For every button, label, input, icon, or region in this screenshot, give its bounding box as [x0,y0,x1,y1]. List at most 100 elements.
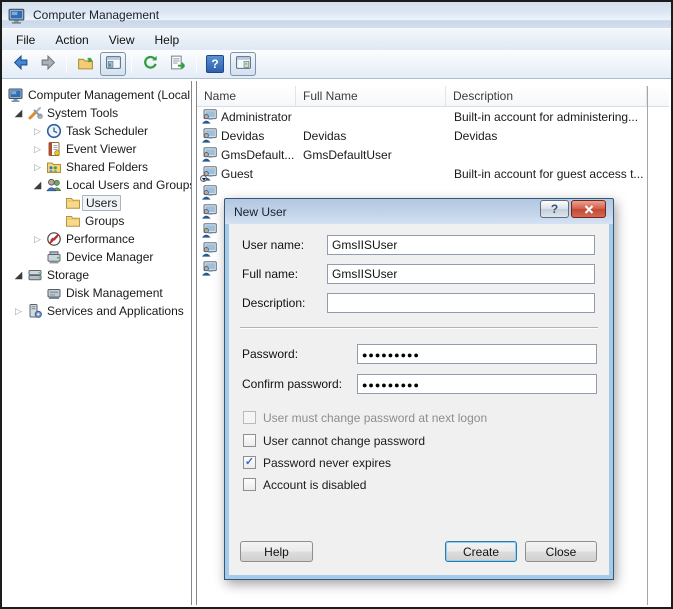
performance-icon [46,231,63,247]
tree-item-device-manager[interactable]: Device Manager [4,248,191,266]
user-account-icon [201,185,217,200]
tree-item-groups[interactable]: Groups [4,212,191,230]
tree-item-computer-management[interactable]: Computer Management (Local [4,86,191,104]
tree-item-label: Storage [44,268,92,282]
menu-help[interactable]: Help [145,30,190,50]
user-row-guest[interactable]: Guest Built-in account for guest access … [197,164,669,183]
menu-bar: File Action View Help [2,28,671,50]
export-list-button[interactable] [165,52,191,76]
user-name-cell: Devidas [221,129,296,143]
menu-file[interactable]: File [6,30,45,50]
checkbox-icon[interactable] [243,434,256,447]
tree-item-local-users-and-groups[interactable]: Local Users and Groups [4,176,191,194]
back-button[interactable] [7,52,33,76]
refresh-icon [142,54,159,74]
expander-collapsed-icon[interactable] [29,234,46,245]
tree-item-system-tools[interactable]: System Tools [4,104,191,122]
console-tree-window-icon [105,54,122,74]
computer-management-window: Computer Management File Action View Hel… [0,0,673,609]
user-account-disabled-icon [201,166,217,181]
list-right-edge [647,86,648,605]
expander-collapsed-icon[interactable] [29,162,46,173]
up-one-level-button[interactable] [72,52,98,76]
tree-item-users[interactable]: Users [4,194,191,212]
description-field[interactable] [327,293,595,313]
user-account-icon [201,147,217,162]
confirm-password-label: Confirm password: [242,377,342,391]
checkbox-account-disabled[interactable]: Account is disabled [243,477,366,492]
user-account-icon [201,128,217,143]
tree-item-label: Device Manager [63,250,156,264]
user-description-cell: Devidas [446,129,646,143]
show-console-tree-button[interactable] [100,52,126,76]
local-users-groups-icon [46,177,63,193]
column-header-description[interactable]: Description [446,86,647,106]
user-row-devidas[interactable]: Devidas Devidas Devidas [197,126,669,145]
window-title: Computer Management [33,8,159,22]
device-manager-icon [46,249,63,265]
user-name-field[interactable] [327,235,595,255]
tree-item-label: Computer Management (Local [25,88,192,102]
expander-expanded-icon[interactable] [10,270,27,281]
tree-item-storage[interactable]: Storage [4,266,191,284]
toolbar-separator [66,55,67,73]
checkbox-cannot-change-password[interactable]: User cannot change password [243,433,425,448]
full-name-field[interactable] [327,264,595,284]
tree-item-event-viewer[interactable]: Event Viewer [4,140,191,158]
column-header-full-name[interactable]: Full Name [296,86,446,106]
checkbox-label: User must change password at next logon [263,411,487,425]
task-scheduler-icon [46,123,63,139]
dialog-close-icon[interactable] [571,200,606,218]
user-row-gmsdefault[interactable]: GmsDefault... GmsDefaultUser [197,145,669,164]
expander-expanded-icon[interactable] [29,180,46,191]
password-field[interactable] [357,344,597,364]
create-button[interactable]: Create [445,541,517,562]
user-row-administrator[interactable]: Administrator Built-in account for admin… [197,107,669,126]
new-user-dialog: New User User name: Full name: Descripti… [224,198,614,580]
menu-action[interactable]: Action [45,30,98,50]
disabled-badge-icon [200,175,207,182]
checkbox-label: Account is disabled [263,478,366,492]
section-divider [240,327,598,329]
tree-item-label: Local Users and Groups [63,178,192,192]
tree-item-label: Services and Applications [44,304,187,318]
password-label: Password: [242,347,298,361]
close-button[interactable]: Close [525,541,597,562]
full-name-label: Full name: [242,267,298,281]
help-icon [206,55,224,73]
title-bar[interactable]: Computer Management [2,2,671,28]
folder-icon [65,213,82,229]
back-icon [12,54,29,74]
storage-icon [27,267,44,283]
checkbox-password-never-expires[interactable]: Password never expires [243,455,391,470]
computer-icon [8,87,25,103]
checkbox-checked-icon[interactable] [243,456,256,469]
tree-item-services-and-applications[interactable]: Services and Applications [4,302,191,320]
disk-management-icon [46,285,63,301]
help-button[interactable]: Help [240,541,313,562]
checkbox-label: Password never expires [263,456,391,470]
expander-expanded-icon[interactable] [10,108,27,119]
refresh-button[interactable] [137,52,163,76]
tree-item-performance[interactable]: Performance [4,230,191,248]
tree-item-task-scheduler[interactable]: Task Scheduler [4,122,191,140]
tree-item-shared-folders[interactable]: Shared Folders [4,158,191,176]
console-tree-pane: Computer Management (Local System Tools … [4,81,192,605]
column-header-name[interactable]: Name [197,86,296,106]
tree-item-disk-management[interactable]: Disk Management [4,284,191,302]
forward-button[interactable] [35,52,61,76]
expander-collapsed-icon[interactable] [29,144,46,155]
column-header-filler [647,86,669,106]
menu-view[interactable]: View [99,30,145,50]
shared-folders-icon [46,159,63,175]
user-account-icon [201,204,217,219]
help-button-toolbar[interactable] [202,52,228,76]
confirm-password-field[interactable] [357,374,597,394]
dialog-help-icon[interactable] [540,200,569,218]
expander-collapsed-icon[interactable] [10,306,27,317]
user-account-icon [201,261,217,276]
expander-collapsed-icon[interactable] [29,126,46,137]
user-name-cell: Guest [221,167,296,181]
show-action-pane-button[interactable] [230,52,256,76]
checkbox-icon[interactable] [243,478,256,491]
